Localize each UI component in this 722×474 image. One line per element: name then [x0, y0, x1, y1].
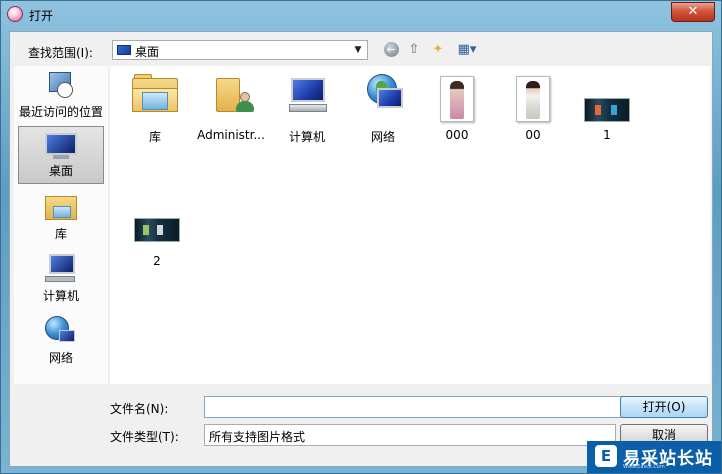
file-item-label: 000: [445, 128, 469, 142]
file-item-label: Administr...: [197, 128, 265, 142]
chevron-down-icon[interactable]: ▼: [351, 43, 365, 57]
sidebar-item-recent[interactable]: 最近访问的位置: [18, 66, 104, 124]
file-item-library[interactable]: 库: [120, 70, 190, 150]
look-in-label: 查找范围(I):: [28, 46, 93, 60]
window-title: 打开: [29, 9, 54, 23]
file-item-label: 计算机: [288, 130, 325, 144]
look-in-dropdown[interactable]: 桌面 ▼: [112, 40, 368, 60]
view-menu-icon[interactable]: ▦▾: [454, 42, 480, 58]
places-sidebar: 最近访问的位置 桌面 库 计算机 网络: [14, 66, 108, 384]
image-thumbnail-icon: [134, 218, 180, 242]
file-item-00[interactable]: 00: [498, 70, 568, 150]
image-thumbnail-icon: [516, 76, 550, 122]
sidebar-item-library[interactable]: 库: [18, 188, 104, 246]
image-thumbnail-icon: [584, 98, 630, 122]
new-folder-icon[interactable]: ✦: [430, 42, 446, 58]
open-button[interactable]: 打开(O): [620, 396, 708, 418]
recent-icon: [47, 70, 75, 100]
title-bar[interactable]: 打开 ✕: [1, 1, 721, 27]
library-icon: [45, 192, 77, 222]
computer-icon: [285, 74, 329, 114]
file-item-label: 网络: [370, 130, 395, 144]
file-name-label: 文件名(N):: [110, 402, 169, 416]
image-thumbnail-icon: [440, 76, 474, 122]
app-icon: [7, 6, 23, 22]
sidebar-item-computer[interactable]: 计算机: [18, 250, 104, 308]
watermark-url: Www.Easck.Com: [623, 464, 665, 470]
file-type-value: 所有支持图片格式: [209, 430, 306, 444]
dialog-client-area: 查找范围(I): 桌面 ▼ ← ⇧ ✦ ▦▾ 最近访问的位置 桌面 库 计算机 …: [9, 31, 713, 467]
close-button[interactable]: ✕: [671, 2, 715, 22]
sidebar-item-label: 网络: [48, 351, 73, 365]
file-item-label: 00: [525, 128, 541, 142]
up-folder-icon[interactable]: ⇧: [406, 42, 422, 58]
file-item-000[interactable]: 000: [422, 70, 492, 150]
sidebar-item-label: 库: [54, 227, 67, 241]
file-list-view: 库 Administr... 计算机 网络 000 00 1 2: [110, 66, 710, 384]
file-item-2[interactable]: 2: [122, 188, 192, 268]
sidebar-item-label: 计算机: [42, 289, 79, 303]
desktop-icon: [45, 133, 77, 161]
file-item-administrator[interactable]: Administr...: [196, 70, 266, 150]
desktop-icon: [117, 45, 131, 55]
sidebar-item-label: 最近访问的位置: [18, 105, 103, 119]
back-arrow-icon[interactable]: ←: [384, 42, 399, 57]
sidebar-item-desktop[interactable]: 桌面: [18, 126, 104, 184]
computer-icon: [45, 254, 77, 284]
file-item-computer[interactable]: 计算机: [272, 70, 342, 150]
sidebar-item-network[interactable]: 网络: [18, 312, 104, 370]
file-item-label: 库: [148, 130, 161, 144]
open-dialog-window: 打开 ✕ 查找范围(I): 桌面 ▼ ← ⇧ ✦ ▦▾ 最近访问的位置 桌面 库…: [0, 0, 722, 474]
file-item-label: 1: [603, 128, 611, 142]
sidebar-item-label: 桌面: [48, 164, 73, 178]
network-icon: [45, 316, 77, 346]
network-icon: [361, 74, 405, 114]
library-folder-icon: [132, 74, 178, 112]
file-item-network[interactable]: 网络: [348, 70, 418, 150]
file-type-label: 文件类型(T):: [110, 430, 179, 444]
watermark-logo: E: [595, 445, 617, 467]
site-watermark: E 易采站长站 Www.Easck.Com: [587, 441, 721, 473]
file-item-1[interactable]: 1: [572, 70, 642, 150]
user-folder-icon: [216, 74, 254, 112]
file-type-dropdown[interactable]: 所有支持图片格式: [204, 424, 616, 446]
look-in-value: 桌面: [135, 45, 160, 59]
file-item-label: 2: [153, 254, 161, 268]
file-name-input[interactable]: [204, 396, 622, 418]
